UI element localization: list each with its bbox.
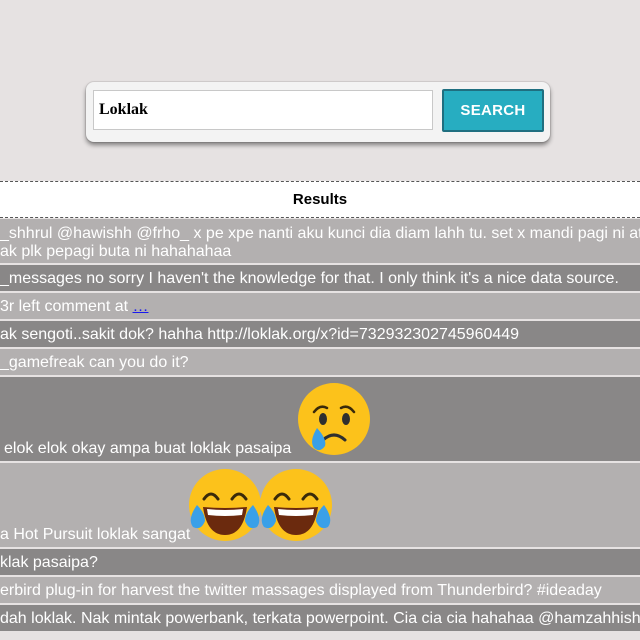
- result-text: _shhrul @hawishh @frho_ x pe xpe nanti a…: [0, 225, 640, 242]
- result-text: 3r left comment at: [0, 298, 129, 315]
- result-text: a Hot Pursuit loklak sangat: [0, 526, 191, 543]
- result-row: _gamefreak can you do it?: [0, 349, 640, 375]
- search-card: SEARCH: [86, 82, 550, 142]
- result-row: ak sengoti..sakit dok? hahha http://lokl…: [0, 321, 640, 347]
- result-row: a Hot Pursuit loklak sangat: [0, 463, 640, 547]
- tears-of-joy-icon: [260, 469, 332, 541]
- result-text: ak plk pepagi buta ni hahahahaa: [0, 243, 232, 260]
- result-row: klak pasaipa?: [0, 549, 640, 575]
- result-text: dah loklak. Nak mintak powerbank, terkat…: [0, 610, 640, 627]
- result-row: erbird plug-in for harvest the twitter m…: [0, 577, 640, 603]
- result-link[interactable]: …: [133, 298, 149, 315]
- result-text: _gamefreak can you do it?: [0, 354, 189, 371]
- results-header: Results: [0, 181, 640, 218]
- result-row: _shhrul @hawishh @frho_ x pe xpe nanti a…: [0, 219, 640, 263]
- tears-of-joy-icon: [189, 469, 261, 541]
- result-row: _messages no sorry I haven't the knowled…: [0, 265, 640, 291]
- crying-face-icon: [298, 383, 370, 455]
- result-row: dah loklak. Nak mintak powerbank, terkat…: [0, 605, 640, 631]
- result-row: 3r left comment at …: [0, 293, 640, 319]
- result-text: elok elok okay ampa buat loklak pasaipa: [4, 440, 292, 457]
- result-text: _messages no sorry I haven't the knowled…: [0, 270, 619, 287]
- result-text: ak sengoti..sakit dok? hahha http://lokl…: [0, 326, 520, 343]
- result-text: erbird plug-in for harvest the twitter m…: [0, 582, 602, 599]
- search-input[interactable]: [93, 90, 433, 130]
- result-text: klak pasaipa?: [0, 554, 98, 571]
- results-list: _shhrul @hawishh @frho_ x pe xpe nanti a…: [0, 219, 640, 633]
- search-button[interactable]: SEARCH: [442, 89, 544, 132]
- result-row: elok elok okay ampa buat loklak pasaipa: [0, 377, 640, 461]
